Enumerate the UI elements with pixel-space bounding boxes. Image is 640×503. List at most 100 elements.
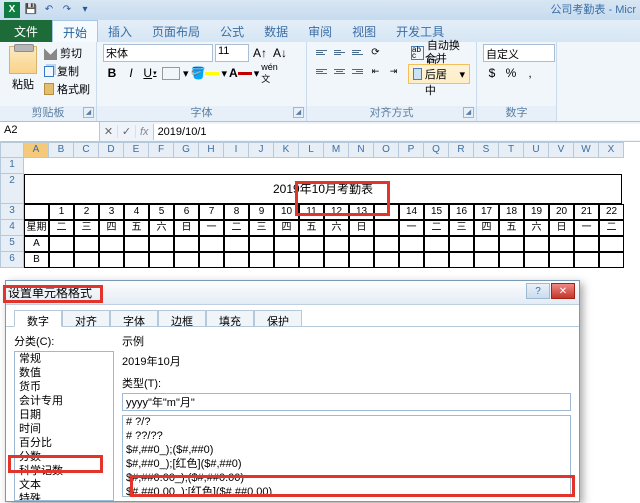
cell[interactable]: 16 bbox=[449, 204, 474, 220]
col-header[interactable]: J bbox=[249, 142, 274, 158]
col-header[interactable]: O bbox=[374, 142, 399, 158]
cell[interactable]: 三 bbox=[449, 220, 474, 236]
cell[interactable]: 3 bbox=[99, 204, 124, 220]
cell[interactable] bbox=[99, 158, 124, 174]
cell[interactable] bbox=[399, 236, 424, 252]
cell[interactable] bbox=[524, 236, 549, 252]
indent-dec-icon[interactable]: ⇤ bbox=[367, 63, 384, 80]
cell[interactable]: 一 bbox=[399, 220, 424, 236]
cell[interactable]: 六 bbox=[524, 220, 549, 236]
cell[interactable] bbox=[199, 236, 224, 252]
align-bottom-icon[interactable] bbox=[349, 44, 366, 61]
cell[interactable] bbox=[99, 252, 124, 268]
cell[interactable] bbox=[574, 252, 599, 268]
col-header[interactable]: X bbox=[599, 142, 624, 158]
cell[interactable]: 二 bbox=[49, 220, 74, 236]
col-header[interactable]: T bbox=[499, 142, 524, 158]
cell[interactable] bbox=[524, 158, 549, 174]
cell[interactable]: 7 bbox=[199, 204, 224, 220]
cell[interactable]: 五 bbox=[124, 220, 149, 236]
cell[interactable] bbox=[599, 158, 624, 174]
tab-layout[interactable]: 页面布局 bbox=[142, 20, 210, 42]
cell[interactable] bbox=[174, 158, 199, 174]
row-header[interactable]: 5 bbox=[0, 236, 24, 252]
cell[interactable] bbox=[299, 158, 324, 174]
cell[interactable]: 6 bbox=[174, 204, 199, 220]
cell[interactable] bbox=[349, 158, 374, 174]
col-header[interactable]: E bbox=[124, 142, 149, 158]
cell[interactable]: 一 bbox=[574, 220, 599, 236]
list-item[interactable]: # ?/? bbox=[123, 416, 570, 430]
cell[interactable] bbox=[374, 220, 399, 236]
list-item[interactable]: $#,##0.00_);[红色]($#,##0.00) bbox=[123, 486, 570, 497]
currency-icon[interactable]: $ bbox=[483, 64, 501, 82]
border-button[interactable] bbox=[162, 67, 180, 80]
fx-icon[interactable]: fx bbox=[136, 126, 153, 138]
cell[interactable] bbox=[49, 236, 74, 252]
cell[interactable] bbox=[424, 158, 449, 174]
grid[interactable]: 122019年10月考勤表312345678910111213141516171… bbox=[0, 158, 640, 268]
list-item[interactable]: 百分比 bbox=[15, 436, 113, 450]
cell[interactable] bbox=[24, 204, 49, 220]
cell[interactable] bbox=[474, 158, 499, 174]
cell[interactable] bbox=[574, 236, 599, 252]
col-header[interactable]: A bbox=[24, 142, 49, 158]
align-center-icon[interactable] bbox=[331, 63, 348, 80]
col-header[interactable]: I bbox=[224, 142, 249, 158]
font-color-button[interactable]: A bbox=[228, 64, 253, 82]
col-header[interactable]: L bbox=[299, 142, 324, 158]
cell[interactable] bbox=[299, 236, 324, 252]
col-header[interactable]: M bbox=[324, 142, 349, 158]
cell[interactable]: 12 bbox=[324, 204, 349, 220]
cell[interactable] bbox=[574, 158, 599, 174]
cell[interactable] bbox=[324, 158, 349, 174]
dlg-tab-protect[interactable]: 保护 bbox=[254, 310, 302, 327]
cell[interactable]: 4 bbox=[124, 204, 149, 220]
dlg-tab-align[interactable]: 对齐 bbox=[62, 310, 110, 327]
cell[interactable]: 21 bbox=[574, 204, 599, 220]
cell[interactable] bbox=[424, 236, 449, 252]
dlg-tab-border[interactable]: 边框 bbox=[158, 310, 206, 327]
cell[interactable] bbox=[549, 158, 574, 174]
italic-button[interactable]: I bbox=[122, 64, 140, 82]
col-header[interactable]: V bbox=[549, 142, 574, 158]
cell[interactable] bbox=[324, 236, 349, 252]
cell[interactable] bbox=[174, 236, 199, 252]
cell[interactable] bbox=[249, 158, 274, 174]
col-header[interactable]: Q bbox=[424, 142, 449, 158]
list-item[interactable]: 日期 bbox=[15, 408, 113, 422]
list-item[interactable]: 会计专用 bbox=[15, 394, 113, 408]
cell[interactable]: 10 bbox=[274, 204, 299, 220]
cell[interactable]: 一 bbox=[199, 220, 224, 236]
dlg-tab-number[interactable]: 数字 bbox=[14, 310, 62, 327]
list-item[interactable]: # ??/?? bbox=[123, 430, 570, 444]
col-header[interactable]: G bbox=[174, 142, 199, 158]
cell[interactable] bbox=[449, 252, 474, 268]
cell[interactable]: 日 bbox=[349, 220, 374, 236]
cell[interactable] bbox=[124, 158, 149, 174]
list-item[interactable]: $#,##0_);($#,##0) bbox=[123, 444, 570, 458]
cell[interactable]: 17 bbox=[474, 204, 499, 220]
col-header[interactable]: F bbox=[149, 142, 174, 158]
font-dialog-icon[interactable]: ◢ bbox=[293, 107, 304, 118]
cell[interactable]: 5 bbox=[149, 204, 174, 220]
row-header[interactable]: 3 bbox=[0, 204, 24, 220]
col-header[interactable]: U bbox=[524, 142, 549, 158]
cell[interactable] bbox=[499, 158, 524, 174]
col-header[interactable]: D bbox=[99, 142, 124, 158]
grow-font-icon[interactable]: A↑ bbox=[251, 44, 269, 62]
phonetic-button[interactable]: wén文 bbox=[260, 64, 279, 82]
align-middle-icon[interactable] bbox=[331, 44, 348, 61]
cell[interactable]: 22 bbox=[599, 204, 624, 220]
list-item[interactable]: 分数 bbox=[15, 450, 113, 464]
cell[interactable] bbox=[374, 252, 399, 268]
cell[interactable] bbox=[499, 252, 524, 268]
cell[interactable]: 18 bbox=[499, 204, 524, 220]
cell[interactable] bbox=[424, 252, 449, 268]
border-dd-icon[interactable]: ▾ bbox=[183, 67, 189, 80]
cell[interactable] bbox=[74, 158, 99, 174]
cell[interactable]: 8 bbox=[224, 204, 249, 220]
redo-icon[interactable]: ↷ bbox=[60, 3, 74, 17]
cell[interactable]: 1 bbox=[49, 204, 74, 220]
cell[interactable] bbox=[99, 236, 124, 252]
